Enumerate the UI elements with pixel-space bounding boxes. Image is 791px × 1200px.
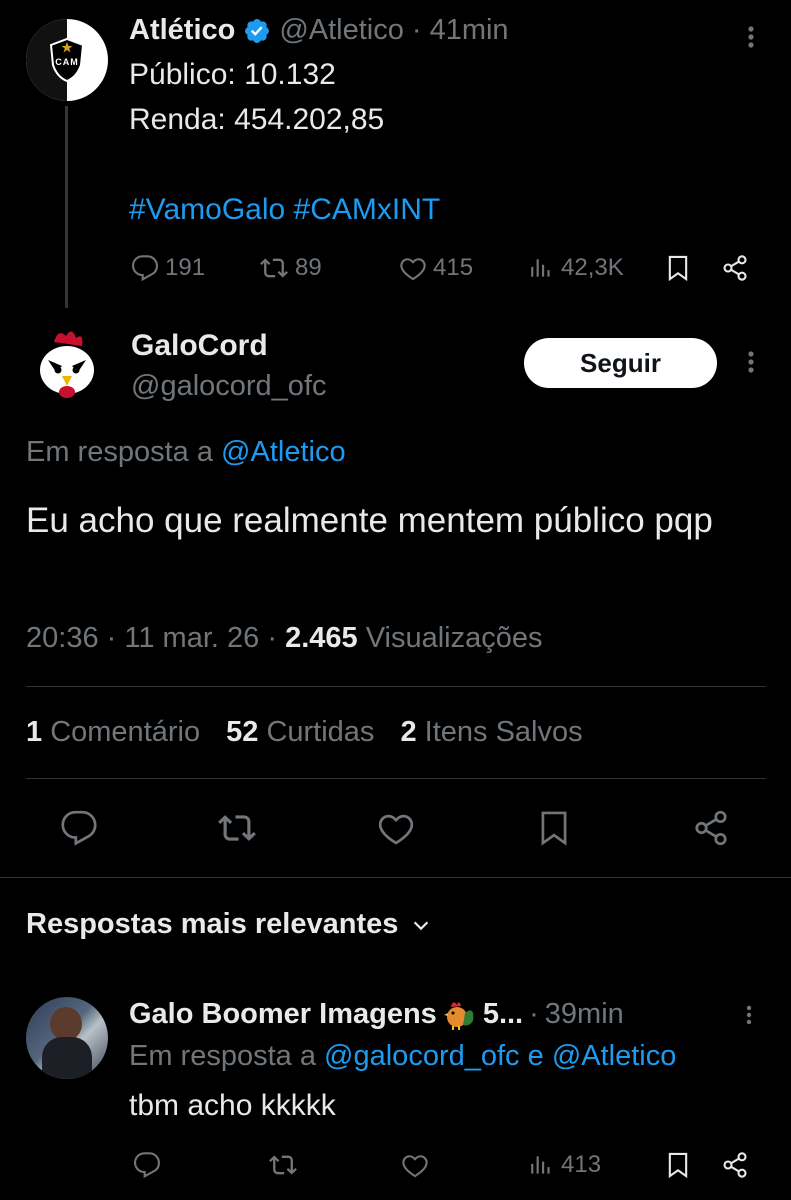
tweet-time[interactable]: 20:36: [26, 622, 99, 654]
retweet-icon[interactable]: [268, 1151, 298, 1179]
retweet-count: 89: [295, 254, 322, 281]
reply-context-mention[interactable]: @galocord_ofc: [324, 1040, 520, 1072]
share-icon[interactable]: [721, 1151, 749, 1179]
reply-count: 191: [165, 254, 206, 281]
reply-text: tbm acho kkkkk: [129, 1089, 336, 1122]
tweet-text: Eu acho que realmente mentem público pqp: [26, 501, 713, 540]
author-handle[interactable]: @galocord_ofc: [131, 370, 327, 403]
reply-time[interactable]: 39min: [545, 998, 624, 1031]
reply-context-mention[interactable]: @Atletico: [552, 1040, 677, 1072]
likes-stat[interactable]: 52 Curtidas: [226, 716, 374, 749]
reply-author-name[interactable]: Galo Boomer Imagens: [129, 998, 437, 1031]
views-count: 42,3K: [561, 254, 624, 281]
share-icon[interactable]: [721, 254, 749, 282]
follow-button[interactable]: Seguir: [524, 338, 717, 388]
reply-context-mention[interactable]: @Atletico: [221, 436, 346, 468]
replies-sort-label: Respostas mais relevantes: [26, 908, 399, 940]
saves-stat[interactable]: 2 Itens Salvos: [400, 716, 582, 749]
replies-sort-dropdown[interactable]: Respostas mais relevantes: [26, 908, 432, 941]
verified-badge-icon: [243, 17, 271, 45]
tweet-body-line2: Renda: 454.202,85: [129, 103, 385, 136]
reply-context-conjunction: e: [527, 1040, 544, 1072]
separator-dot: ·: [267, 622, 277, 654]
retweet-icon: [259, 254, 289, 282]
divider: [26, 686, 766, 687]
author-name[interactable]: Atlético: [129, 14, 235, 47]
separator-dot: ·: [529, 997, 539, 1030]
saves-count: 2: [400, 716, 417, 748]
tweet-date[interactable]: 11 mar. 26: [124, 622, 259, 654]
galocord-avatar[interactable]: [26, 322, 108, 404]
tweet-stats: 1 Comentário 52 Curtidas 2 Itens Salvos: [26, 716, 583, 749]
like-count: 415: [433, 254, 474, 281]
bookmark-icon[interactable]: [664, 1151, 692, 1179]
views-action[interactable]: 42,3K: [529, 254, 624, 282]
retweet-icon[interactable]: [217, 809, 257, 847]
views-icon: [529, 254, 555, 282]
atletico-avatar[interactable]: CAM: [26, 19, 108, 101]
comments-count: 1: [26, 716, 43, 748]
reply-action[interactable]: 191: [131, 254, 205, 282]
reply-icon[interactable]: [133, 1151, 161, 1179]
likes-count: 52: [226, 716, 259, 748]
saves-label: Itens Salvos: [424, 716, 583, 748]
like-action[interactable]: 415: [399, 254, 473, 282]
reply-author-name-suffix[interactable]: 5...: [483, 998, 523, 1031]
tweet-hashtags[interactable]: #VamoGalo #CAMxINT: [129, 193, 440, 227]
tweet-time[interactable]: 41min: [430, 14, 509, 47]
bookmark-icon[interactable]: [664, 254, 692, 282]
reply-icon: [131, 254, 159, 282]
reply-context-prefix: Em resposta a: [26, 436, 213, 468]
author-name[interactable]: GaloCord: [131, 329, 268, 363]
section-divider: [0, 877, 791, 878]
reply-context-prefix: Em resposta a: [129, 1040, 316, 1072]
views-count: 413: [561, 1151, 602, 1178]
more-options-icon[interactable]: [741, 22, 761, 52]
heart-icon: [399, 254, 427, 282]
tweet-body-line1: Público: 10.132: [129, 58, 336, 91]
views-count: 2.465: [285, 622, 358, 654]
reply-icon[interactable]: [60, 809, 98, 847]
separator-dot: ·: [411, 14, 422, 46]
retweet-action[interactable]: 89: [259, 254, 322, 282]
bookmark-icon[interactable]: [535, 809, 573, 847]
views-icon: [529, 1151, 555, 1179]
views-action[interactable]: 413: [529, 1151, 601, 1179]
more-options-icon[interactable]: [741, 1002, 757, 1028]
thread-line: [65, 106, 68, 308]
heart-icon[interactable]: [401, 1151, 429, 1179]
comments-label: Comentário: [50, 716, 201, 748]
share-icon[interactable]: [692, 809, 730, 847]
chevron-down-icon: [410, 914, 432, 936]
more-options-icon[interactable]: [741, 347, 761, 377]
author-handle[interactable]: @Atletico: [279, 14, 404, 47]
separator-dot: ·: [106, 622, 117, 654]
reply-avatar[interactable]: [26, 997, 108, 1079]
views-label: Visualizações: [365, 622, 543, 654]
divider: [26, 778, 766, 779]
likes-label: Curtidas: [266, 716, 375, 748]
rooster-emoji-icon: [443, 997, 477, 1031]
comments-stat[interactable]: 1 Comentário: [26, 716, 200, 749]
atletico-avatar-text: CAM: [55, 57, 79, 67]
heart-icon[interactable]: [376, 809, 416, 847]
